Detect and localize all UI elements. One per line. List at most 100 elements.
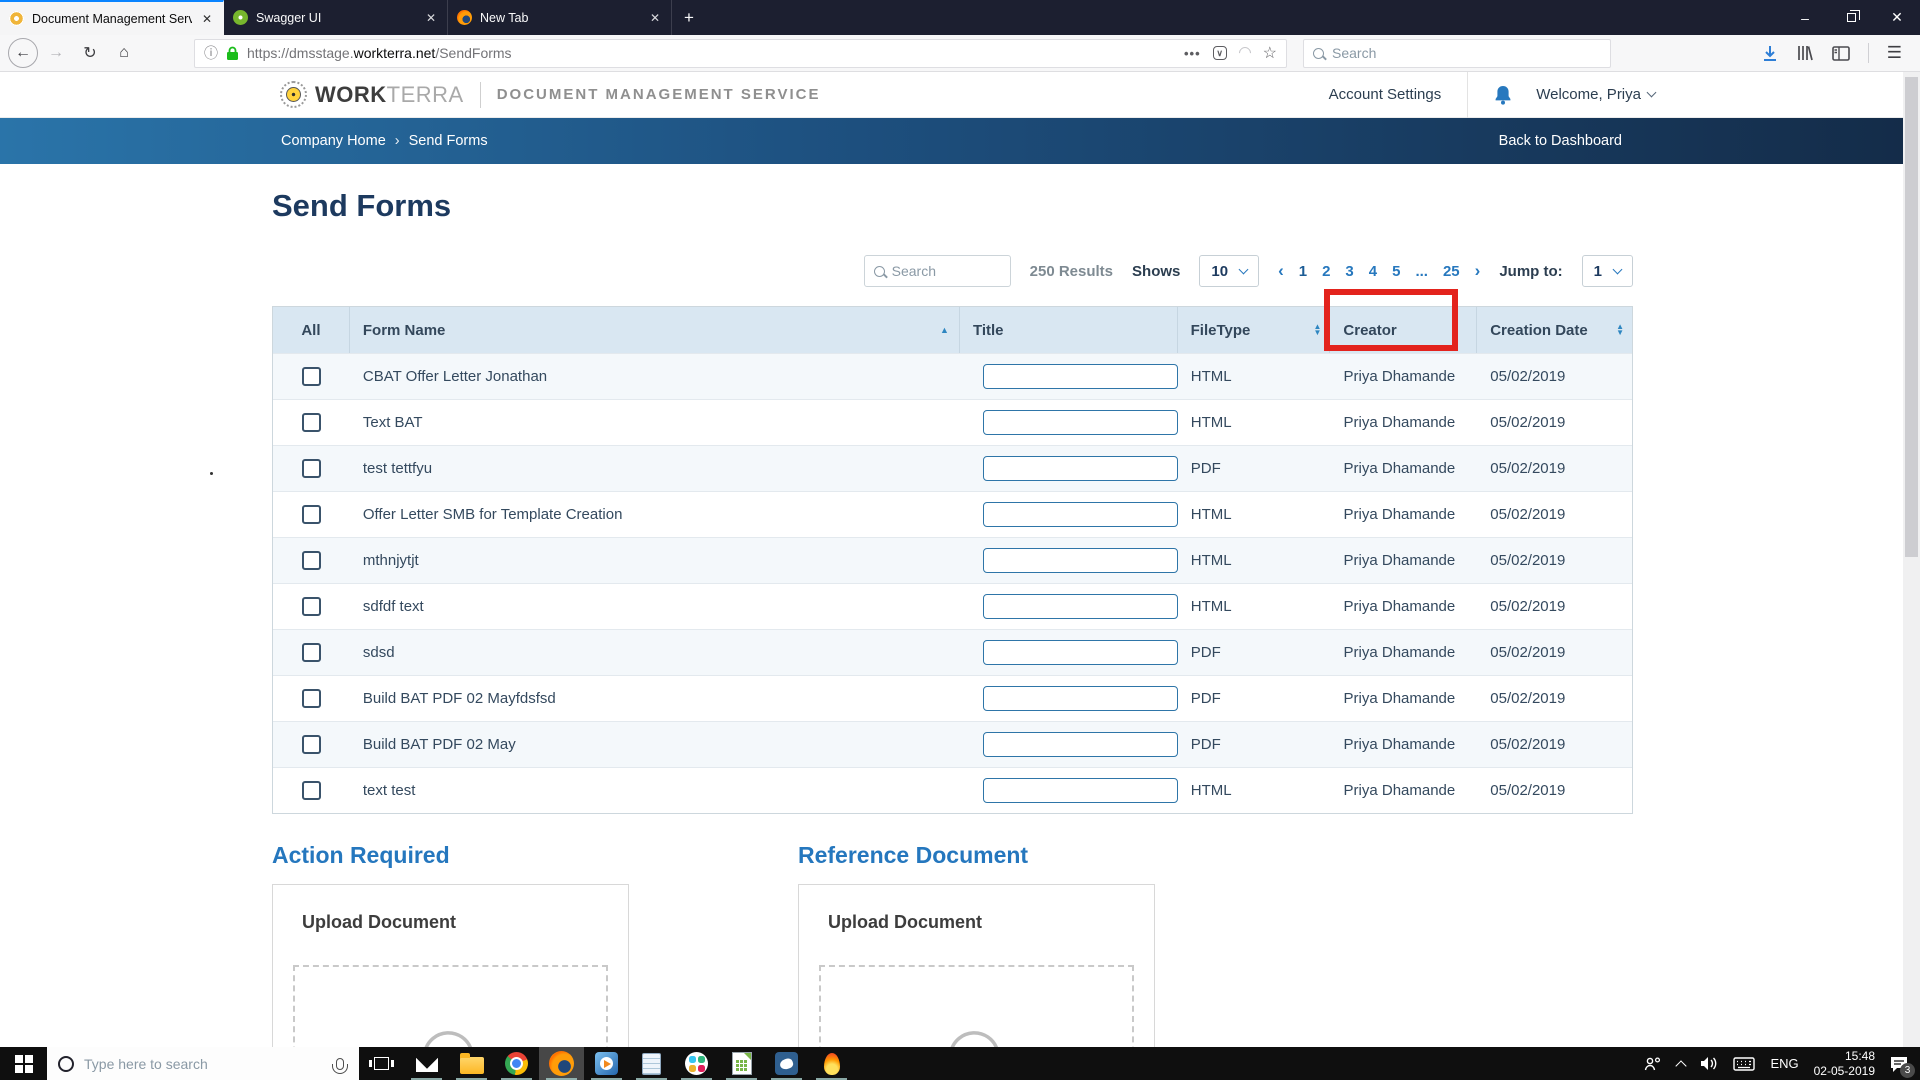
taskbar-notepad-button[interactable]: [629, 1047, 674, 1080]
tab-swagger-ui[interactable]: Swagger UI ✕: [224, 0, 448, 35]
menu-icon[interactable]: ☰: [1887, 43, 1902, 63]
site-info-icon[interactable]: ⓘ: [204, 43, 218, 63]
page-number-25[interactable]: 25: [1443, 263, 1460, 280]
title-input[interactable]: [982, 686, 1178, 711]
page-number-5[interactable]: 5: [1392, 263, 1400, 280]
library-icon[interactable]: [1796, 45, 1814, 61]
row-checkbox[interactable]: [301, 505, 321, 524]
new-tab-button[interactable]: +: [672, 0, 706, 35]
title-input[interactable]: [982, 364, 1178, 389]
taskbar-calc-button[interactable]: [719, 1047, 764, 1080]
restore-icon: [1846, 10, 1860, 22]
page-scrollbar[interactable]: [1903, 72, 1920, 1047]
next-page-button[interactable]: ›: [1475, 261, 1481, 281]
row-checkbox[interactable]: [301, 735, 321, 754]
title-input[interactable]: [982, 778, 1178, 803]
title-input[interactable]: [982, 456, 1178, 481]
page-number-1[interactable]: 1: [1299, 263, 1307, 280]
taskbar-flameshot-button[interactable]: [809, 1047, 854, 1080]
back-to-dashboard-link[interactable]: Back to Dashboard: [1499, 133, 1622, 149]
breadcrumb-company-home[interactable]: Company Home: [281, 133, 386, 149]
downloads-icon[interactable]: [1762, 45, 1778, 62]
title-input[interactable]: [982, 548, 1178, 573]
taskbar-chrome-button[interactable]: [494, 1047, 539, 1080]
page-number-3[interactable]: 3: [1345, 263, 1353, 280]
taskbar-media-player-button[interactable]: [584, 1047, 629, 1080]
page-number-4[interactable]: 4: [1369, 263, 1377, 280]
upload-dropzone[interactable]: [819, 965, 1134, 1047]
tray-expand-icon[interactable]: [1675, 1059, 1688, 1072]
notification-bell-icon[interactable]: [1494, 85, 1512, 105]
header-creation-date[interactable]: Creation Date ▲ ▼: [1477, 307, 1632, 353]
taskbar-pgadmin-button[interactable]: [764, 1047, 809, 1080]
action-center-button[interactable]: 3: [1890, 1056, 1915, 1078]
restore-button[interactable]: [1828, 0, 1874, 35]
taskbar-clock[interactable]: 15:48 02-05-2019: [1814, 1049, 1875, 1079]
row-checkbox[interactable]: [301, 367, 321, 386]
start-button[interactable]: [0, 1047, 47, 1080]
title-input[interactable]: [982, 732, 1178, 757]
back-button[interactable]: ←: [8, 38, 38, 68]
tab-close-icon[interactable]: ✕: [424, 11, 438, 25]
browser-search-bar[interactable]: [1303, 38, 1611, 68]
welcome-dropdown[interactable]: Welcome, Priya: [1536, 86, 1657, 103]
taskbar-slack-button[interactable]: [674, 1047, 719, 1080]
title-input[interactable]: [982, 594, 1178, 619]
minimize-button[interactable]: –: [1782, 0, 1828, 35]
touch-keyboard-icon[interactable]: [1733, 1056, 1756, 1071]
tab-close-icon[interactable]: ✕: [648, 11, 662, 25]
results-count: 250 Results: [1029, 262, 1114, 280]
title-input[interactable]: [982, 640, 1178, 665]
sort-both-icon[interactable]: ▲ ▼: [1314, 323, 1322, 337]
pocket-icon[interactable]: ∨: [1212, 46, 1227, 60]
title-input[interactable]: [982, 410, 1178, 435]
task-view-button[interactable]: [359, 1047, 404, 1080]
home-button[interactable]: ⌂: [108, 38, 140, 68]
page-size-dropdown[interactable]: 10: [1199, 255, 1260, 287]
row-checkbox[interactable]: [301, 597, 321, 616]
prev-page-button[interactable]: ‹: [1278, 261, 1284, 281]
row-checkbox[interactable]: [301, 781, 321, 800]
table-search-input[interactable]: [891, 263, 1001, 279]
tab-close-icon[interactable]: ✕: [200, 12, 214, 26]
reader-mode-icon[interactable]: [1236, 44, 1254, 62]
row-checkbox[interactable]: [301, 689, 321, 708]
jump-to-dropdown[interactable]: 1: [1581, 255, 1633, 287]
account-settings-link[interactable]: Account Settings: [1329, 86, 1468, 103]
creation-date-cell: 05/02/2019: [1490, 368, 1566, 385]
taskbar-search-box[interactable]: [47, 1047, 359, 1080]
title-input[interactable]: [982, 502, 1178, 527]
tab-document-management[interactable]: Document Management Servic ✕: [0, 0, 224, 35]
row-checkbox[interactable]: [301, 551, 321, 570]
browser-search-input[interactable]: [1332, 45, 1601, 61]
page-actions-icon[interactable]: •••: [1184, 46, 1201, 61]
workterra-logo-icon[interactable]: [280, 81, 307, 108]
taskbar-mail-button[interactable]: [404, 1047, 449, 1080]
scrollbar-thumb[interactable]: [1905, 77, 1918, 557]
row-checkbox[interactable]: [301, 413, 321, 432]
upload-dropzone[interactable]: [293, 965, 608, 1047]
sort-both-icon[interactable]: ▲ ▼: [1616, 323, 1624, 337]
people-icon[interactable]: [1644, 1056, 1662, 1071]
sort-ascending-icon[interactable]: ▲: [940, 325, 949, 335]
bookmark-star-icon[interactable]: ☆: [1263, 43, 1277, 63]
close-button[interactable]: ✕: [1874, 0, 1920, 35]
language-indicator[interactable]: ENG: [1770, 1056, 1798, 1071]
taskbar-firefox-button[interactable]: [539, 1047, 584, 1080]
header-filetype[interactable]: FileType ▲ ▼: [1178, 307, 1331, 353]
reload-button[interactable]: ↻: [74, 38, 106, 68]
page-number-2[interactable]: 2: [1322, 263, 1330, 280]
volume-icon[interactable]: [1700, 1056, 1718, 1071]
table-search-box[interactable]: [863, 255, 1011, 287]
forward-button[interactable]: →: [40, 38, 72, 68]
taskbar-file-explorer-button[interactable]: [449, 1047, 494, 1080]
row-checkbox[interactable]: [301, 643, 321, 662]
sidebar-toggle-icon[interactable]: [1831, 45, 1850, 61]
header-form-name[interactable]: Form Name ▲: [350, 307, 960, 353]
row-checkbox[interactable]: [301, 459, 321, 478]
workterra-logo-text[interactable]: WORKTERRA: [315, 82, 464, 108]
taskbar-search-input[interactable]: [84, 1055, 326, 1072]
address-bar[interactable]: ⓘ https://dmsstage.workterra.net/SendFor…: [194, 38, 1287, 68]
tab-new-tab[interactable]: New Tab ✕: [448, 0, 672, 35]
microphone-icon[interactable]: [332, 1057, 348, 1074]
